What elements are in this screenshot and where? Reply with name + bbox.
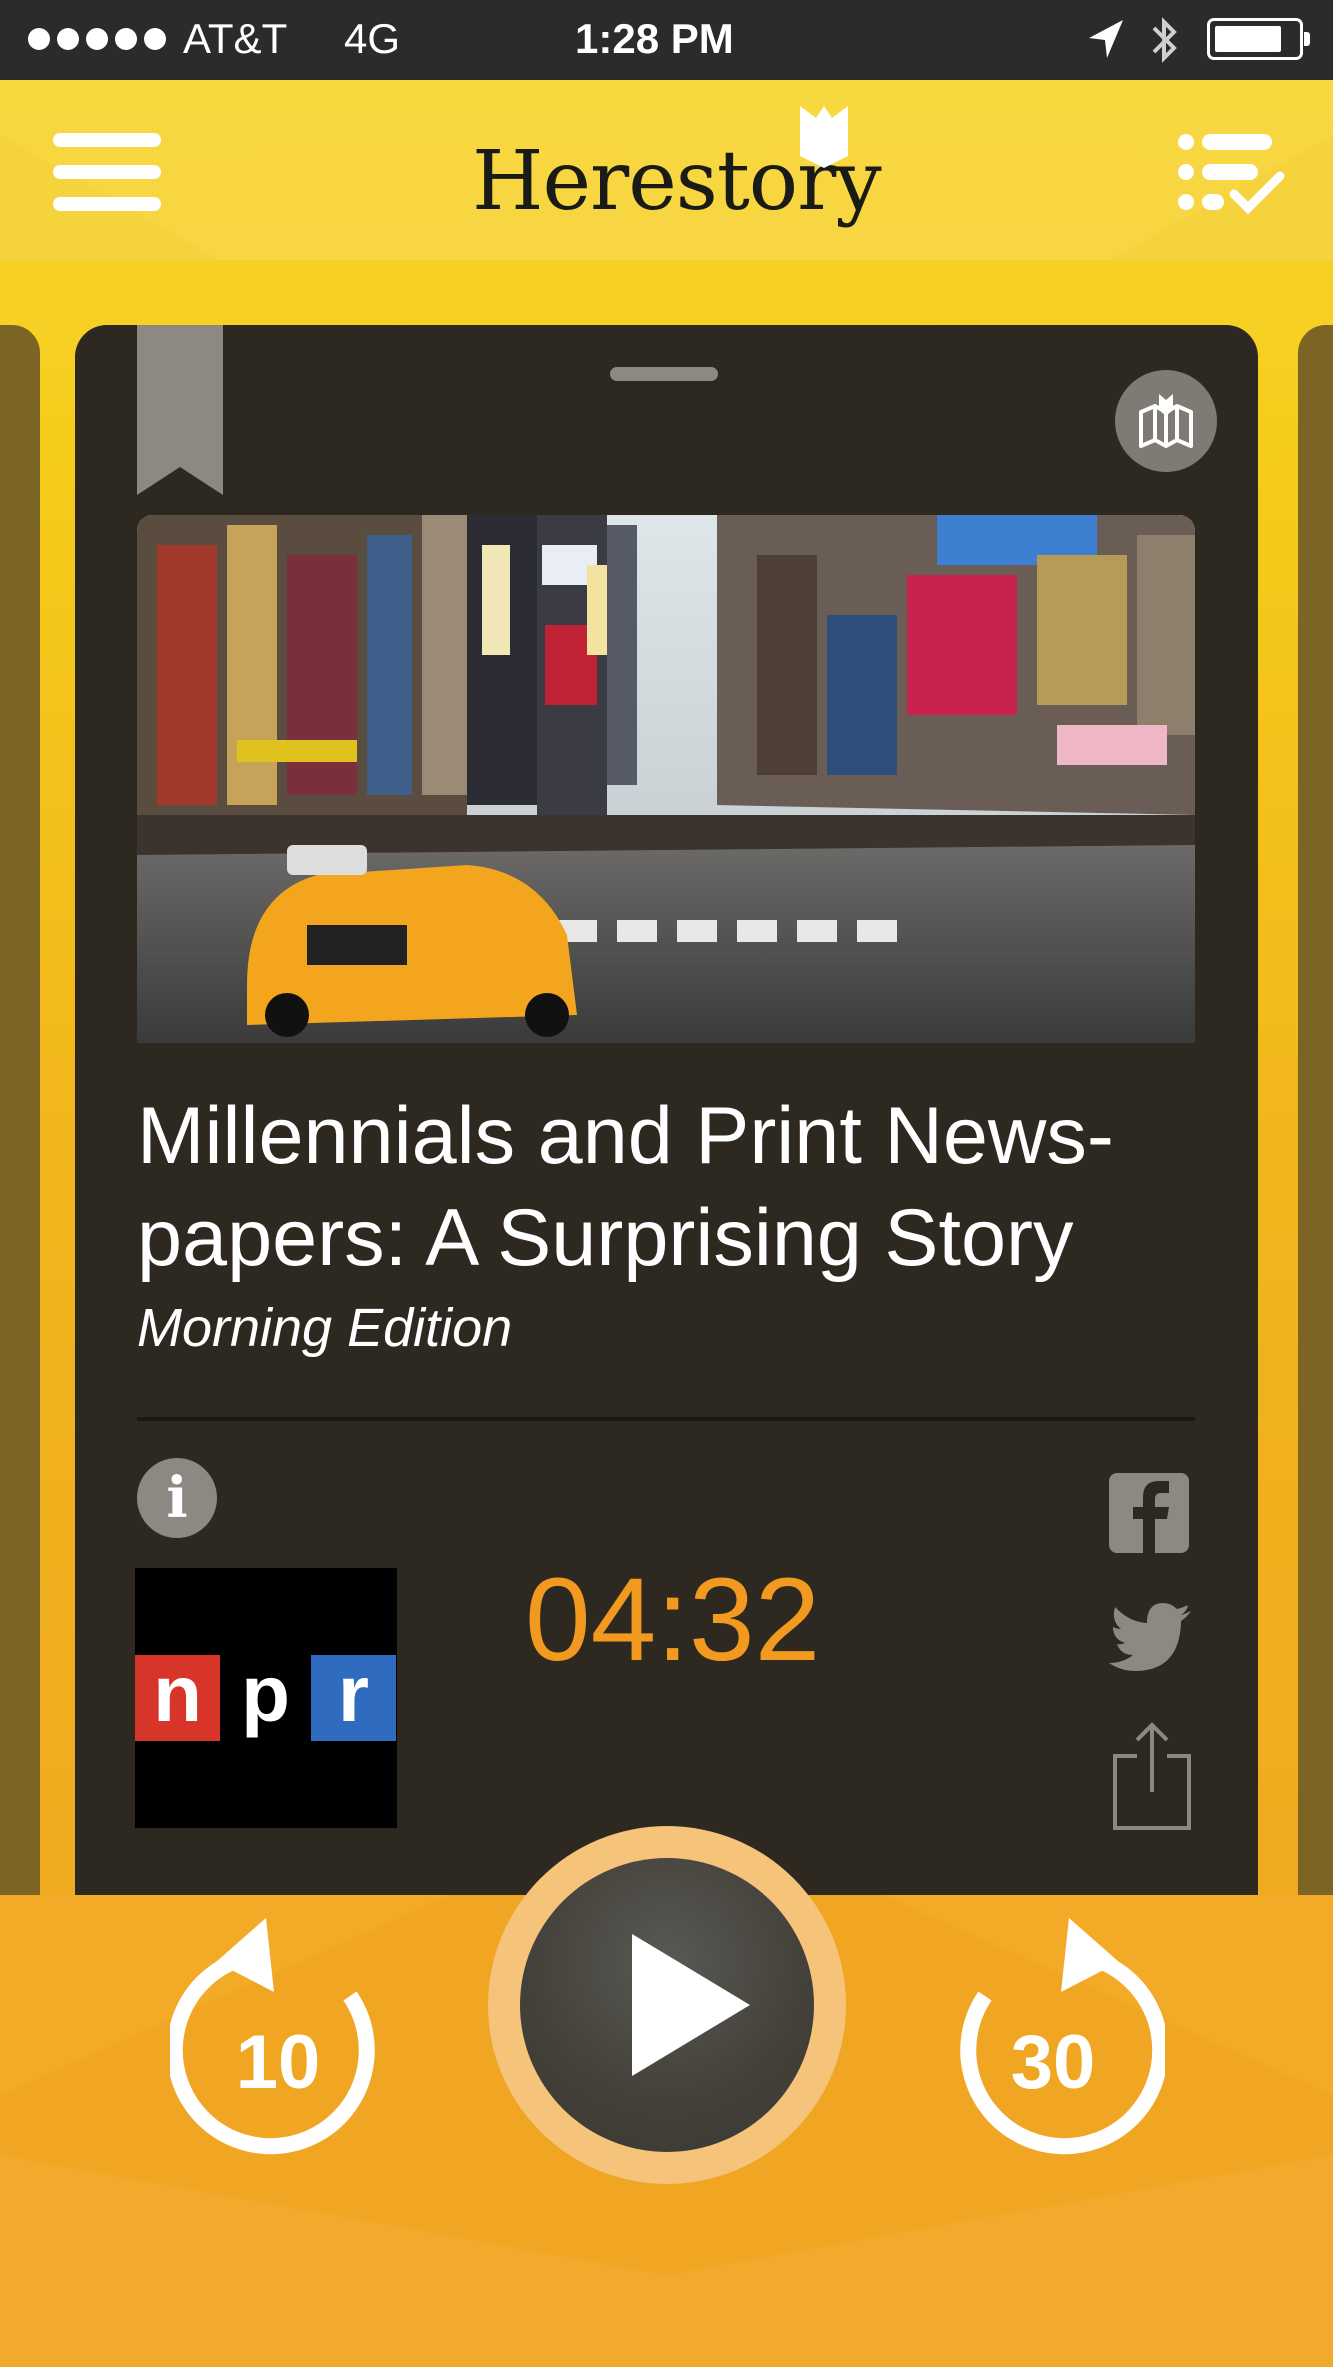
story-card: Millennials and Print News- papers: A Su… xyxy=(75,325,1258,1895)
rewind-button[interactable]: 10 xyxy=(166,1918,390,2162)
forward-icon: 30 xyxy=(960,1918,1169,2155)
npr-logo-n: n xyxy=(135,1654,220,1741)
status-time: 1:28 PM xyxy=(575,15,734,62)
location-arrow-icon xyxy=(1089,20,1123,58)
program-name: Morning Edition xyxy=(137,1298,513,1358)
battery-icon xyxy=(1207,18,1310,60)
playlist-check-icon[interactable] xyxy=(1176,128,1286,218)
npr-logo[interactable]: n p r xyxy=(135,1568,397,1828)
drag-handle[interactable] xyxy=(610,367,718,381)
bookmark-icon xyxy=(800,106,848,168)
story-title-line-1: Millennials and Print News- xyxy=(137,1091,1114,1181)
play-icon xyxy=(632,1934,750,2076)
info-icon[interactable]: i xyxy=(137,1458,217,1538)
next-story-card[interactable] xyxy=(1298,325,1333,1895)
carrier-name: AT&T xyxy=(183,15,288,62)
bluetooth-icon xyxy=(1152,17,1177,63)
bookmark-ribbon-icon[interactable] xyxy=(137,325,223,495)
twitter-icon[interactable] xyxy=(1109,1603,1193,1673)
map-button[interactable] xyxy=(1115,370,1217,472)
story-photo xyxy=(137,515,1195,1043)
story-title: Millennials and Print News- papers: A Su… xyxy=(137,1085,1217,1289)
npr-logo-r: r xyxy=(311,1654,396,1741)
signal-strength-icon xyxy=(28,28,166,50)
share-icon[interactable] xyxy=(1111,1720,1193,1832)
status-bar: AT&T 4G 1:28 PM xyxy=(0,0,1333,80)
forward-button[interactable]: 30 xyxy=(945,1918,1169,2162)
divider xyxy=(137,1417,1195,1421)
play-button[interactable] xyxy=(520,1858,814,2152)
network-type: 4G xyxy=(344,15,401,62)
previous-story-card[interactable] xyxy=(0,325,40,1895)
rewind-seconds: 10 xyxy=(236,2020,321,2105)
forward-seconds: 30 xyxy=(1011,2020,1096,2105)
story-duration: 04:32 xyxy=(525,1554,821,1686)
npr-logo-p: p xyxy=(223,1654,308,1741)
story-title-line-2: papers: A Surprising Story xyxy=(137,1193,1074,1283)
rewind-icon: 10 xyxy=(166,1918,375,2155)
map-icon xyxy=(1139,394,1193,448)
facebook-icon[interactable] xyxy=(1109,1473,1189,1553)
menu-icon[interactable] xyxy=(53,133,161,213)
